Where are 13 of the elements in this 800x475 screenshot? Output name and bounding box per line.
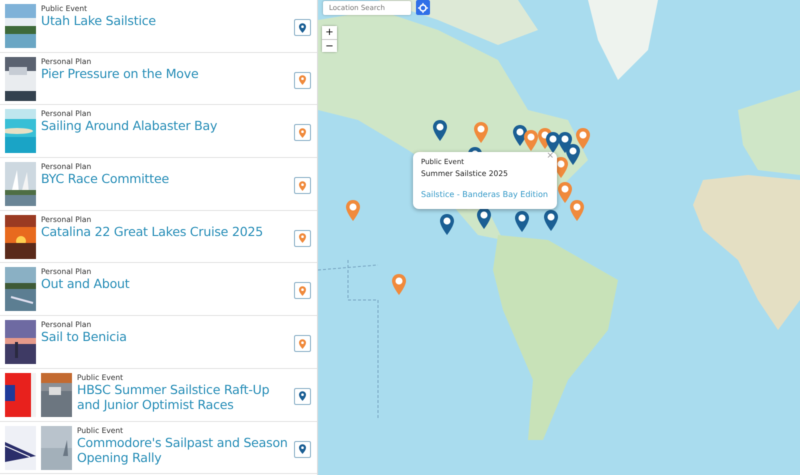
plan-title-link[interactable]: Commodore's Sailpast and Season Opening Rally <box>77 434 289 464</box>
plan-title-link[interactable]: Sailing Around Alabaster Bay <box>41 118 289 134</box>
close-button[interactable]: × <box>546 152 554 161</box>
plan-title-link[interactable]: Sail to Benicia <box>41 329 289 344</box>
plan-title-link[interactable]: Out and About <box>41 276 289 292</box>
plan-title-link[interactable]: HBSC Summer Sailstice Raft-Up and Junior Optimist Races <box>77 382 289 412</box>
plan-title-link[interactable]: Utah Lake Sailstice <box>41 13 289 28</box>
zoom-out-button[interactable]: − <box>322 39 337 52</box>
zoom-in-button[interactable]: + <box>322 26 337 39</box>
plan-title-link[interactable]: Catalina 22 Great Lakes Cruise 2025 <box>41 224 289 239</box>
plan-title-link[interactable]: BYC Race Committee <box>41 171 289 186</box>
event-link[interactable]: Sailstice - Banderas Bay Edition <box>421 189 548 200</box>
plan-title-link[interactable]: Pier Pressure on the Move <box>41 66 289 81</box>
